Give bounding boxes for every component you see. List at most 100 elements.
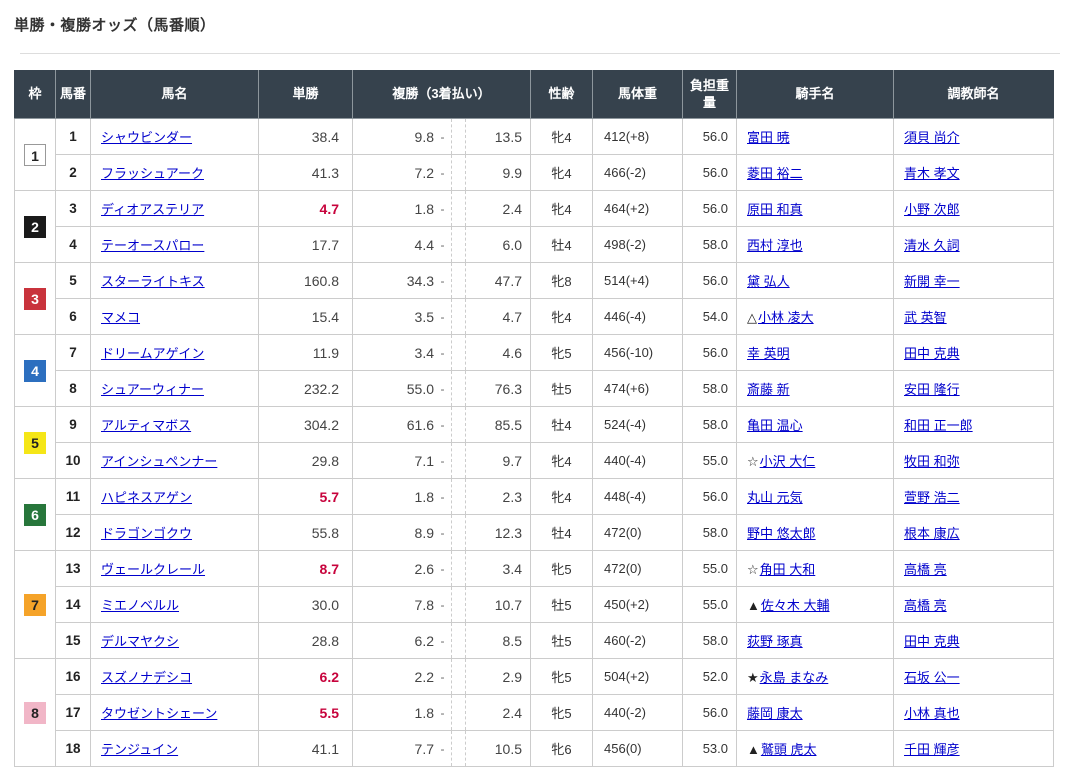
- trainer-link[interactable]: 清水 久詞: [904, 238, 960, 253]
- place-odds-low: 7.2: [353, 165, 434, 181]
- place-odds-cell: 6.2-8.5: [353, 623, 531, 659]
- trainer-link[interactable]: 田中 克典: [904, 634, 960, 649]
- horse-number: 13: [56, 551, 91, 587]
- place-odds: 2.6-3.4: [353, 551, 530, 586]
- horse-name-link[interactable]: マメコ: [101, 310, 140, 325]
- frame-cell: 1: [15, 119, 56, 191]
- place-odds-divider: [451, 335, 466, 370]
- jockey-link[interactable]: 斎藤 新: [747, 382, 790, 397]
- jockey-link[interactable]: 小林 凌大: [758, 310, 814, 325]
- jockey-link[interactable]: 菱田 裕二: [747, 166, 803, 181]
- trainer-link[interactable]: 牧田 和弥: [904, 454, 960, 469]
- jockey-link[interactable]: 荻野 琢真: [747, 634, 803, 649]
- horse-name-link[interactable]: アインシュペンナー: [101, 454, 217, 469]
- load-weight: 52.0: [683, 659, 737, 695]
- place-odds-divider: [451, 407, 466, 442]
- horse-name-link[interactable]: ヴェールクレール: [101, 562, 205, 577]
- place-odds-high: 8.5: [466, 633, 530, 649]
- load-weight: 58.0: [683, 515, 737, 551]
- jockey-link[interactable]: 永島 まなみ: [760, 670, 829, 685]
- jockey-link[interactable]: 富田 暁: [747, 130, 790, 145]
- trainer-cell: 青木 孝文: [894, 155, 1054, 191]
- jockey-link[interactable]: 西村 淳也: [747, 238, 803, 253]
- win-odds: 6.2: [259, 659, 353, 695]
- place-odds-divider: [451, 479, 466, 514]
- horse-number: 5: [56, 263, 91, 299]
- table-row: 10アインシュペンナー29.87.1-9.7牝4440(-4)55.0☆小沢 大…: [15, 443, 1054, 479]
- horse-name-link[interactable]: フラッシュアーク: [101, 166, 204, 181]
- trainer-link[interactable]: 千田 輝彦: [904, 742, 960, 757]
- horse-name-link[interactable]: スズノナデシコ: [101, 670, 192, 685]
- horse-name-cell: フラッシュアーク: [91, 155, 259, 191]
- table-row: 611ハピネスアゲン5.71.8-2.3牝4448(-4)56.0丸山 元気萱野…: [15, 479, 1054, 515]
- table-row: 47ドリームアゲイン11.93.4-4.6牝5456(-10)56.0幸 英明田…: [15, 335, 1054, 371]
- place-odds-low: 7.7: [353, 741, 434, 757]
- trainer-link[interactable]: 安田 隆行: [904, 382, 960, 397]
- frame-badge: 6: [24, 504, 46, 526]
- horse-name-link[interactable]: テンジュイン: [101, 742, 178, 757]
- odds-table: 枠 馬番 馬名 単勝 複勝（3着払い） 性齢 馬体重 負担重量 騎手名 調教師名…: [14, 70, 1054, 767]
- trainer-link[interactable]: 高橋 亮: [904, 598, 947, 613]
- horse-name-link[interactable]: ミエノベルル: [101, 598, 179, 613]
- place-odds-cell: 3.4-4.6: [353, 335, 531, 371]
- trainer-link[interactable]: 武 英智: [904, 310, 947, 325]
- trainer-link[interactable]: 石坂 公一: [904, 670, 960, 685]
- jockey-link[interactable]: 黛 弘人: [747, 274, 790, 289]
- jockey-link[interactable]: 野中 悠太郎: [747, 526, 816, 541]
- horse-name-link[interactable]: シュアーウィナー: [101, 382, 204, 397]
- place-odds-cell: 2.6-3.4: [353, 551, 531, 587]
- horse-name-link[interactable]: タウゼントシェーン: [101, 706, 217, 721]
- place-odds-high: 9.9: [466, 165, 530, 181]
- horse-name-cell: テーオースパロー: [91, 227, 259, 263]
- horse-name-link[interactable]: ドラゴンゴクウ: [101, 526, 192, 541]
- trainer-link[interactable]: 田中 克典: [904, 346, 960, 361]
- place-odds: 7.1-9.7: [353, 443, 530, 478]
- trainer-link[interactable]: 須貝 尚介: [904, 130, 960, 145]
- sex-age: 牡4: [531, 407, 593, 443]
- trainer-link[interactable]: 新開 幸一: [904, 274, 960, 289]
- jockey-link[interactable]: 小沢 大仁: [760, 454, 816, 469]
- horse-name-link[interactable]: ドリームアゲイン: [101, 346, 204, 361]
- load-weight: 58.0: [683, 407, 737, 443]
- header-load: 負担重量: [683, 71, 737, 119]
- jockey-link[interactable]: 鷲頭 虎太: [761, 742, 817, 757]
- sex-age: 牝4: [531, 119, 593, 155]
- trainer-cell: 武 英智: [894, 299, 1054, 335]
- horse-number: 11: [56, 479, 91, 515]
- horse-name-link[interactable]: シャウビンダー: [101, 130, 192, 145]
- place-odds: 3.5-4.7: [353, 299, 530, 334]
- place-odds-divider: [451, 119, 466, 154]
- horse-name-link[interactable]: ディオアステリア: [101, 202, 204, 217]
- win-odds: 41.3: [259, 155, 353, 191]
- trainer-link[interactable]: 高橋 亮: [904, 562, 947, 577]
- trainer-link[interactable]: 萱野 浩二: [904, 490, 960, 505]
- sex-age: 牝4: [531, 443, 593, 479]
- place-odds-separator: -: [434, 346, 451, 360]
- jockey-link[interactable]: 藤岡 康太: [747, 706, 803, 721]
- jockey-link[interactable]: 幸 英明: [747, 346, 790, 361]
- trainer-link[interactable]: 根本 康広: [904, 526, 960, 541]
- horse-name-link[interactable]: ハピネスアゲン: [101, 490, 192, 505]
- horse-name-link[interactable]: スターライトキス: [101, 274, 205, 289]
- place-odds-divider: [451, 623, 466, 658]
- jockey-link[interactable]: 佐々木 大輔: [761, 598, 830, 613]
- table-row: 8シュアーウィナー232.255.0-76.3牡5474(+6)58.0斎藤 新…: [15, 371, 1054, 407]
- place-odds-high: 47.7: [466, 273, 530, 289]
- jockey-link[interactable]: 丸山 元気: [747, 490, 803, 505]
- load-weight: 56.0: [683, 191, 737, 227]
- trainer-link[interactable]: 和田 正一郎: [904, 418, 973, 433]
- horse-name-link[interactable]: テーオースパロー: [101, 238, 204, 253]
- trainer-link[interactable]: 小野 次郎: [904, 202, 960, 217]
- jockey-link[interactable]: 原田 和真: [747, 202, 803, 217]
- trainer-link[interactable]: 青木 孝文: [904, 166, 960, 181]
- jockey-apprentice-mark: ▲: [747, 598, 760, 613]
- place-odds-high: 2.9: [466, 669, 530, 685]
- jockey-link[interactable]: 角田 大和: [760, 562, 816, 577]
- trainer-link[interactable]: 小林 真也: [904, 706, 960, 721]
- jockey-cell: 丸山 元気: [737, 479, 894, 515]
- horse-name-cell: ハピネスアゲン: [91, 479, 259, 515]
- horse-name-link[interactable]: アルティマボス: [101, 418, 191, 433]
- frame-badge: 2: [24, 216, 46, 238]
- jockey-link[interactable]: 亀田 温心: [747, 418, 803, 433]
- horse-name-link[interactable]: デルマヤクシ: [101, 634, 179, 649]
